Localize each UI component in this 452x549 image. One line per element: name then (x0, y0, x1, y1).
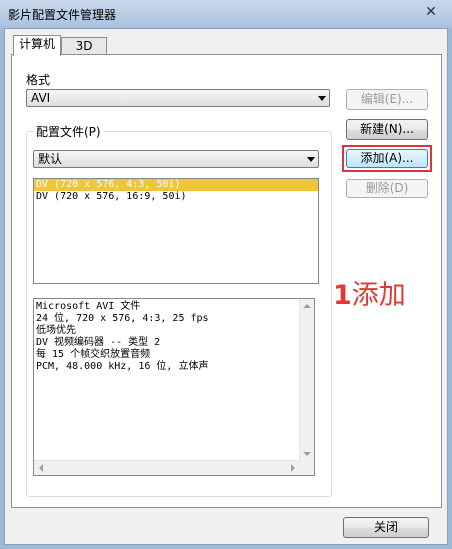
chevron-down-icon (318, 96, 326, 101)
profile-group-title: 配置文件(P) (33, 123, 104, 140)
profile-preset-dropdown[interactable]: 默认 (33, 150, 319, 168)
description-line: Microsoft AVI 文件 (36, 301, 141, 312)
description-line: DV 视频编码器 -- 类型 2 (36, 337, 161, 348)
format-dropdown[interactable]: AVI (26, 89, 330, 107)
tab-panel: 格式 AVI 配置文件(P) 默认 DV (720 x 576, 4:3, 50… (11, 54, 442, 508)
tab-computer-label: 计算机 (18, 37, 55, 51)
window-titlebar: 影片配置文件管理器 ✕ (0, 0, 452, 28)
window-title: 影片配置文件管理器 (8, 8, 117, 22)
list-item[interactable]: DV (720 x 576, 4:3, 50i) (34, 179, 318, 191)
scroll-right-icon[interactable] (291, 464, 295, 472)
annotation-label: 1添加 (333, 273, 406, 312)
profile-description: Microsoft AVI 文件 24 位, 720 x 576, 4:3, 2… (33, 298, 315, 476)
tab-computer[interactable]: 计算机 (13, 35, 61, 56)
profile-preset-selected: 默认 (38, 152, 63, 166)
profile-groupbox: 配置文件(P) 默认 DV (720 x 576, 4:3, 50i) DV (… (26, 123, 332, 497)
description-line: PCM, 48.000 kHz, 16 位, 立体声 (36, 361, 209, 372)
list-item[interactable]: DV (720 x 576, 16:9, 50i) (34, 191, 318, 203)
scroll-left-icon[interactable] (39, 464, 43, 472)
format-label: 格式 (26, 73, 51, 87)
format-selected: AVI (31, 91, 51, 105)
scroll-up-icon[interactable] (303, 304, 311, 308)
add-button[interactable]: 添加(A)... (346, 149, 428, 168)
close-button[interactable]: 关闭 (343, 517, 429, 538)
edit-button[interactable]: 编辑(E)... (346, 89, 428, 110)
horizontal-scrollbar[interactable] (34, 460, 300, 475)
annotation-number: 1 (333, 280, 352, 311)
dialog-client: 计算机 3D 格式 AVI 配置文件(P) 默认 DV (720 x 576, … (4, 28, 448, 545)
tab-3d-label: 3D (75, 39, 93, 53)
annotation-text: 添加 (351, 280, 406, 311)
profiles-list[interactable]: DV (720 x 576, 4:3, 50i) DV (720 x 576, … (33, 178, 319, 284)
scroll-corner (300, 461, 314, 475)
close-icon[interactable]: ✕ (420, 3, 442, 21)
description-line: 24 位, 720 x 576, 4:3, 25 fps (36, 313, 209, 324)
vertical-scrollbar[interactable] (299, 299, 314, 461)
description-line: 低场优先 (36, 325, 76, 336)
chevron-down-icon (307, 157, 315, 162)
description-line: 每 15 个帧交织放置音频 (36, 349, 151, 360)
delete-button[interactable]: 删除(D) (346, 179, 428, 198)
scroll-down-icon[interactable] (303, 452, 311, 456)
new-button[interactable]: 新建(N)... (346, 119, 428, 140)
